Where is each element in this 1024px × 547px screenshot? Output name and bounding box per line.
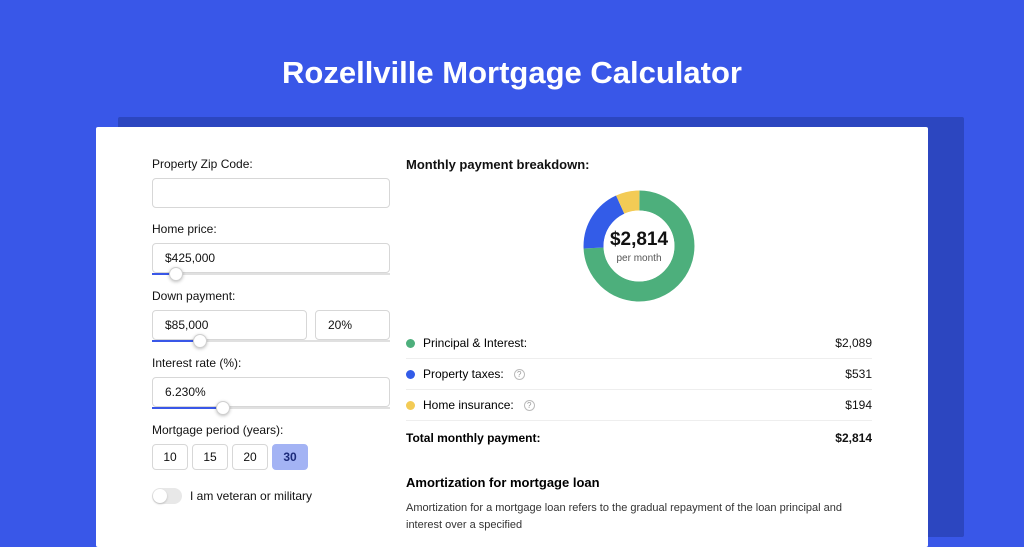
zip-input[interactable] — [152, 178, 390, 208]
total-label: Total monthly payment: — [406, 431, 540, 445]
page-title: Rozellville Mortgage Calculator — [0, 0, 1024, 113]
form-column: Property Zip Code: Home price: Down paym… — [96, 127, 396, 547]
period-option-30[interactable]: 30 — [272, 444, 308, 470]
legend-value: $531 — [845, 367, 872, 381]
period-option-15[interactable]: 15 — [192, 444, 228, 470]
veteran-label: I am veteran or military — [190, 489, 312, 503]
slider-thumb[interactable] — [193, 334, 207, 348]
donut-amount: $2,814 — [610, 229, 668, 251]
legend-total: Total monthly payment: $2,814 — [406, 421, 872, 453]
slider-thumb[interactable] — [169, 267, 183, 281]
donut-wrap: $2,814 per month — [406, 186, 872, 306]
interest-field: Interest rate (%): — [152, 356, 396, 409]
amortization-title: Amortization for mortgage loan — [406, 475, 872, 490]
payment-donut-chart: $2,814 per month — [579, 186, 699, 306]
down-payment-label: Down payment: — [152, 289, 396, 303]
legend-taxes: Property taxes: ? $531 — [406, 359, 872, 390]
period-field: Mortgage period (years): 10 15 20 30 — [152, 423, 396, 470]
home-price-label: Home price: — [152, 222, 396, 236]
zip-field: Property Zip Code: — [152, 157, 396, 208]
slider-thumb[interactable] — [216, 401, 230, 415]
donut-center: $2,814 per month — [579, 186, 699, 306]
zip-label: Property Zip Code: — [152, 157, 396, 171]
dot-icon — [406, 339, 415, 348]
home-price-field: Home price: — [152, 222, 396, 275]
amortization-text: Amortization for a mortgage loan refers … — [406, 500, 872, 533]
period-options: 10 15 20 30 — [152, 444, 396, 470]
slider-fill — [152, 407, 223, 409]
calculator-card: Property Zip Code: Home price: Down paym… — [96, 127, 928, 547]
veteran-row: I am veteran or military — [152, 488, 396, 504]
down-payment-pct-input[interactable] — [315, 310, 390, 340]
dot-icon — [406, 370, 415, 379]
legend-principal: Principal & Interest: $2,089 — [406, 328, 872, 359]
breakdown-column: Monthly payment breakdown: $2,814 per mo… — [396, 127, 928, 547]
interest-input[interactable] — [152, 377, 390, 407]
dot-icon — [406, 401, 415, 410]
interest-slider[interactable] — [152, 407, 390, 409]
total-value: $2,814 — [835, 431, 872, 445]
donut-sub: per month — [616, 253, 661, 264]
down-payment-slider[interactable] — [152, 340, 390, 342]
legend-value: $2,089 — [835, 336, 872, 350]
toggle-knob — [153, 489, 167, 503]
legend-value: $194 — [845, 398, 872, 412]
period-label: Mortgage period (years): — [152, 423, 396, 437]
info-icon[interactable]: ? — [514, 369, 525, 380]
down-payment-amount-input[interactable] — [152, 310, 307, 340]
period-option-10[interactable]: 10 — [152, 444, 188, 470]
legend-label: Principal & Interest: — [423, 336, 527, 350]
home-price-slider[interactable] — [152, 273, 390, 275]
legend-label: Home insurance: — [423, 398, 514, 412]
info-icon[interactable]: ? — [524, 400, 535, 411]
interest-label: Interest rate (%): — [152, 356, 396, 370]
legend-insurance: Home insurance: ? $194 — [406, 390, 872, 421]
down-payment-field: Down payment: — [152, 289, 396, 342]
breakdown-title: Monthly payment breakdown: — [406, 157, 872, 172]
veteran-toggle[interactable] — [152, 488, 182, 504]
home-price-input[interactable] — [152, 243, 390, 273]
legend-label: Property taxes: — [423, 367, 504, 381]
period-option-20[interactable]: 20 — [232, 444, 268, 470]
